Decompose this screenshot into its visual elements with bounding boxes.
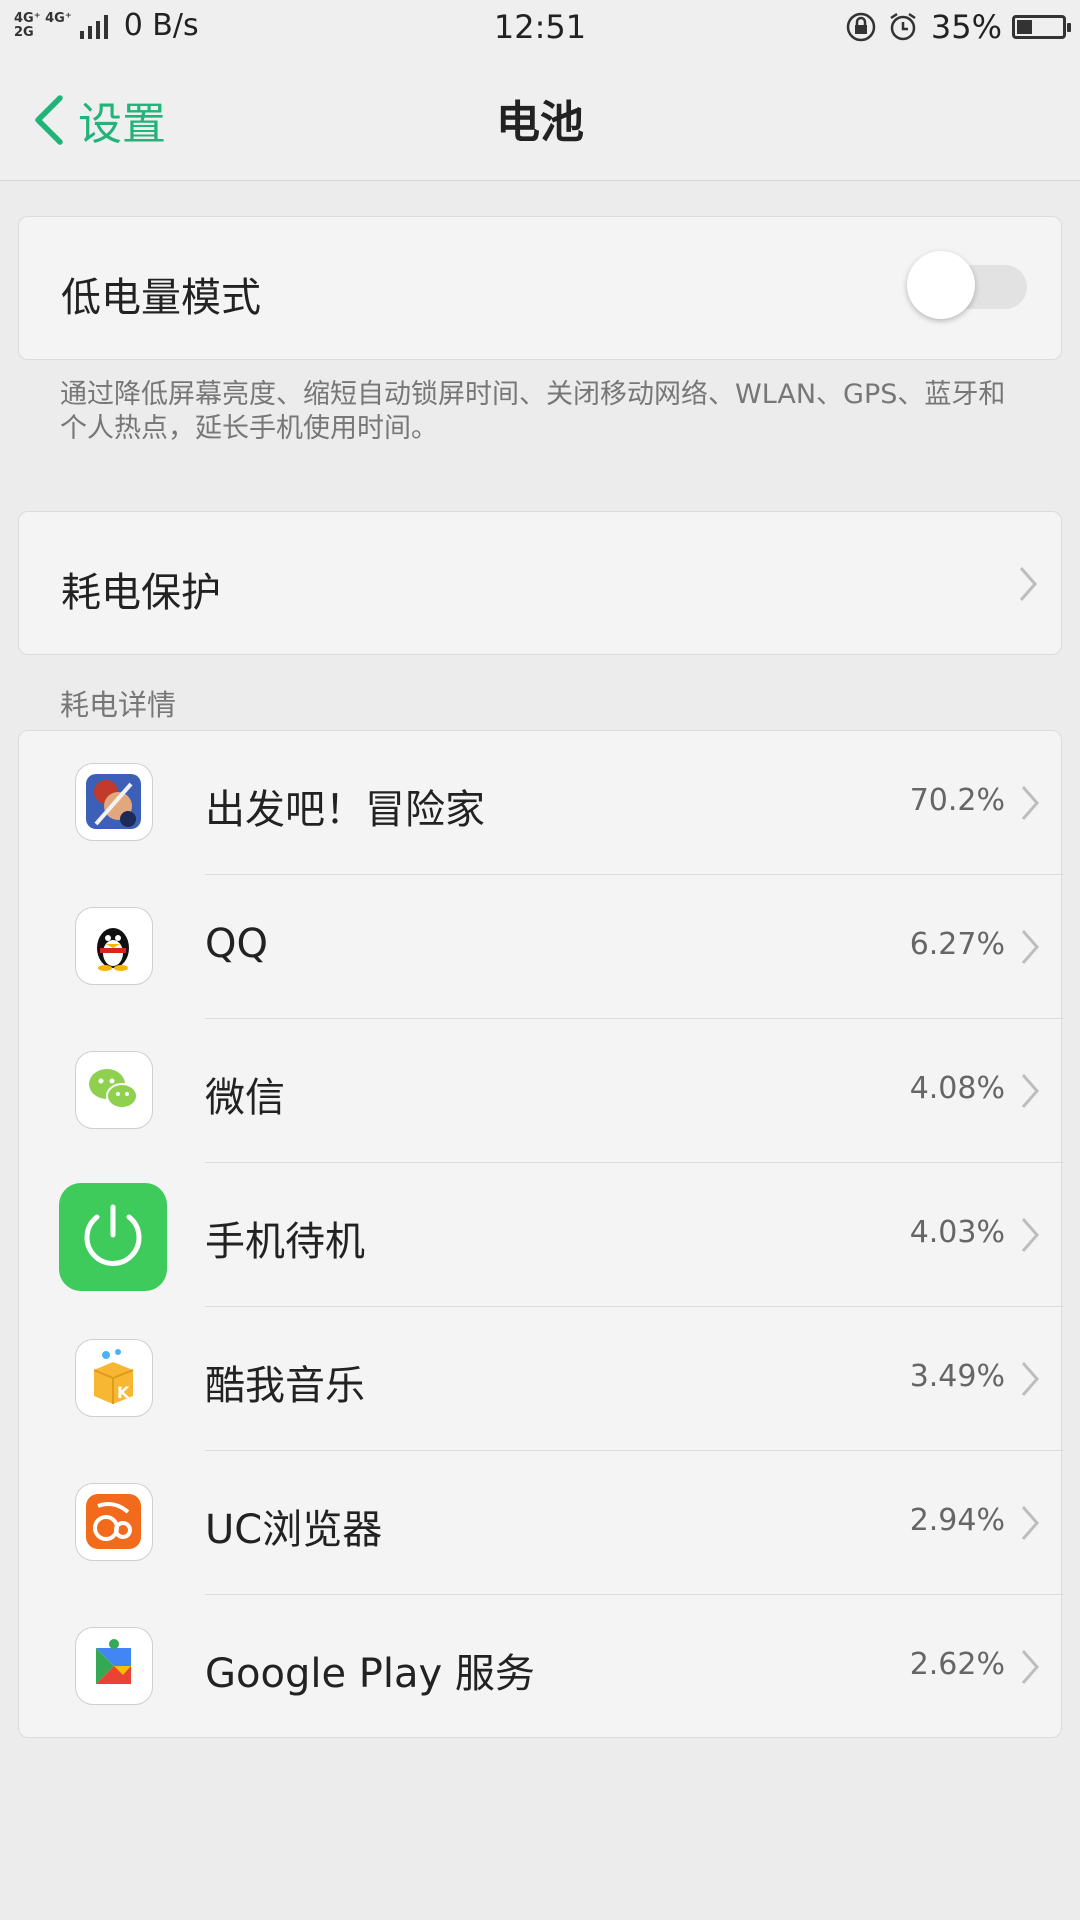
list-item[interactable]: 微信 4.08% xyxy=(19,1019,1063,1163)
app-percent: 6.27% xyxy=(909,927,1005,962)
app-name: 出发吧！冒险家 xyxy=(205,787,485,833)
uc-browser-icon xyxy=(75,1483,153,1561)
list-item[interactable]: UC浏览器 2.94% xyxy=(19,1451,1063,1595)
app-name: 微信 xyxy=(205,1075,285,1121)
app-percent: 70.2% xyxy=(909,783,1005,818)
battery-icon xyxy=(1012,15,1071,39)
status-bar: 4G⁺ 4G⁺ 2G 0 B/s 12:51 35% xyxy=(0,0,1080,56)
qq-penguin-icon xyxy=(75,907,153,985)
chevron-right-icon xyxy=(1021,1506,1039,1540)
app-name: QQ xyxy=(205,921,268,967)
app-name: UC浏览器 xyxy=(205,1507,383,1553)
status-right: 35% xyxy=(835,8,1071,46)
power-standby-icon xyxy=(59,1183,167,1291)
app-percent: 4.03% xyxy=(909,1215,1005,1250)
chevron-right-icon xyxy=(1021,1650,1039,1684)
list-item[interactable]: K 酷我音乐 3.49% xyxy=(19,1307,1063,1451)
chevron-right-icon xyxy=(1021,1074,1039,1108)
google-play-services-icon xyxy=(75,1627,153,1705)
page-title: 电池 xyxy=(496,97,584,148)
chevron-right-icon xyxy=(1021,930,1039,964)
chevron-right-icon xyxy=(1021,1218,1039,1252)
battery-percent: 35% xyxy=(930,8,1002,46)
low-power-card: 低电量模式 xyxy=(18,216,1062,360)
wechat-icon xyxy=(75,1051,153,1129)
app-name: Google Play 服务 xyxy=(205,1651,535,1697)
battery-fill xyxy=(1017,20,1032,34)
list-item[interactable]: 手机待机 4.03% xyxy=(19,1163,1063,1307)
rotation-lock-icon xyxy=(846,12,876,42)
alarm-icon xyxy=(890,12,916,41)
power-protection-label: 耗电保护 xyxy=(61,570,221,616)
kuwo-music-icon: K xyxy=(75,1339,153,1417)
app-percent: 2.94% xyxy=(909,1503,1005,1538)
app-name: 酷我音乐 xyxy=(205,1363,365,1409)
app-percent: 2.62% xyxy=(909,1647,1005,1682)
app-usage-list: 出发吧！冒险家 70.2% QQ 6.27% 微信 4.08% 手机待机 4.0… xyxy=(18,730,1063,1739)
chevron-right-icon xyxy=(1019,567,1037,601)
app-percent: 4.08% xyxy=(909,1071,1005,1106)
list-item[interactable]: QQ 6.27% xyxy=(19,875,1063,1019)
svg-text:K: K xyxy=(117,1383,130,1402)
list-item[interactable]: 出发吧！冒险家 70.2% xyxy=(19,731,1063,875)
chevron-right-icon xyxy=(1021,786,1039,820)
low-power-description: 通过降低屏幕亮度、缩短自动锁屏时间、关闭移动网络、WLAN、GPS、蓝牙和个人热… xyxy=(60,379,1006,444)
power-protection-row[interactable]: 耗电保护 xyxy=(18,511,1062,655)
low-power-toggle[interactable] xyxy=(907,251,1027,319)
app-name: 手机待机 xyxy=(205,1219,365,1265)
toggle-knob xyxy=(907,251,975,319)
adventure-game-icon xyxy=(75,763,153,841)
app-percent: 3.49% xyxy=(909,1359,1005,1394)
section-header: 耗电详情 xyxy=(60,688,177,722)
low-power-label: 低电量模式 xyxy=(61,275,261,321)
nav-bar: 设置 电池 xyxy=(0,56,1080,181)
list-item[interactable]: Google Play 服务 2.62% xyxy=(19,1595,1063,1739)
chevron-right-icon xyxy=(1021,1362,1039,1396)
